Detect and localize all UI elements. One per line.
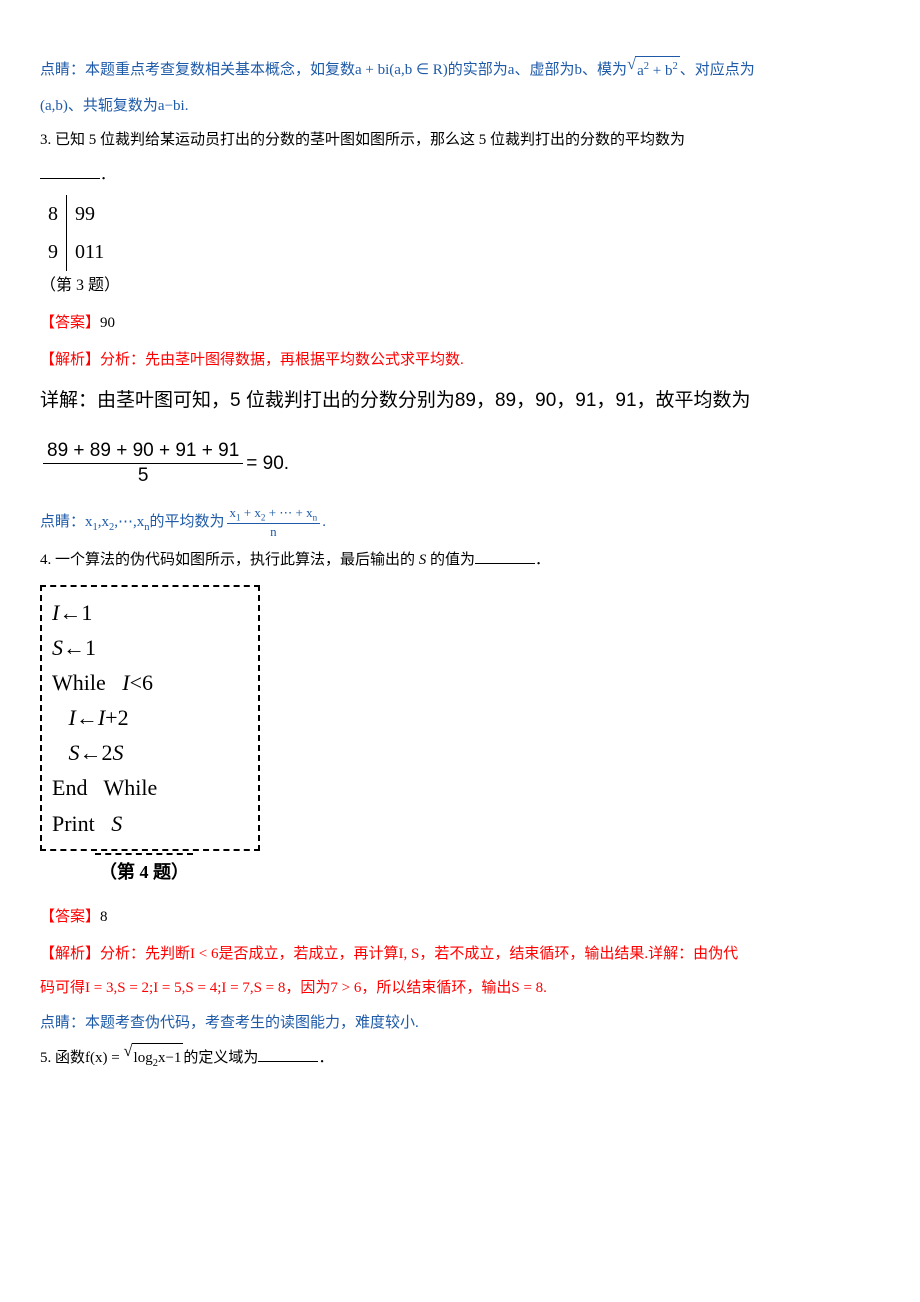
analysis-4-line2: 码可得I = 3,S = 2;I = 5,S = 4;I = 7,S = 8，因… bbox=[40, 974, 880, 1003]
fraction-mean: 89 + 89 + 90 + 91 + 91 5 bbox=[43, 439, 243, 489]
blank-q4 bbox=[475, 548, 535, 564]
question-5: 5. 函数f(x) = √log2x−1的定义域为． bbox=[40, 1043, 880, 1074]
tip-complex-line2: (a,b)、共轭复数为a−bi. bbox=[40, 92, 880, 121]
tip-text: 点睛：本题重点考查复数相关基本概念，如复数a + bi(a,b ∈ R)的实部为… bbox=[40, 62, 755, 78]
fig3-label: （第 3 题） bbox=[40, 271, 880, 301]
tip-3: 点睛：x1,x2,⋯,xn的平均数为x1 + x2 + ⋯ + xnn. bbox=[40, 505, 880, 540]
question-4: 4. 一个算法的伪代码如图所示，执行此算法，最后输出的 S 的值为． bbox=[40, 546, 880, 575]
code-line-1: I←1 bbox=[52, 595, 248, 630]
stem-8: 8 bbox=[40, 195, 67, 233]
analysis-4-line1: 【解析】分析：先判断I < 6是否成立，若成立，再计算I, S，若不成立，结束循… bbox=[40, 940, 880, 969]
answer-label: 【答案】 bbox=[40, 315, 100, 331]
mean-formula-frac: x1 + x2 + ⋯ + xnn bbox=[227, 505, 321, 540]
answer-4-value: 8 bbox=[100, 909, 108, 925]
answer-label-4: 【答案】 bbox=[40, 909, 100, 925]
answer-3-value: 90 bbox=[100, 315, 115, 331]
code-line-4: I←I+2 bbox=[52, 700, 248, 735]
blank-q3 bbox=[40, 163, 100, 179]
question-3: 3. 已知 5 位裁判给某运动员打出的分数的茎叶图如图所示，那么这 5 位裁判打… bbox=[40, 126, 880, 155]
code-line-5: S←2S bbox=[52, 735, 248, 770]
answer-4: 【答案】8 bbox=[40, 903, 880, 932]
code-line-3: While I<6 bbox=[52, 665, 248, 700]
sqrt-q5: √log2x−1 bbox=[123, 1043, 183, 1074]
blank-q5 bbox=[258, 1046, 318, 1062]
stem-9: 9 bbox=[40, 233, 67, 271]
mean-fraction: 89 + 89 + 90 + 91 + 91 5 = 90. bbox=[40, 439, 289, 489]
stem-leaf-plot: 899 9011 （第 3 题） bbox=[40, 195, 880, 301]
tip-complex: 点睛：本题重点考查复数相关基本概念，如复数a + bi(a,b ∈ R)的实部为… bbox=[40, 56, 880, 86]
q3-text: 3. 已知 5 位裁判给某运动员打出的分数的茎叶图如图所示，那么这 5 位裁判打… bbox=[40, 132, 685, 148]
pseudocode-box: I←1 S←1 While I<6 I←I+2 S←2S End While P… bbox=[40, 585, 260, 851]
leaf-011: 011 bbox=[67, 233, 113, 271]
fig4-label-wrap: （第 4 题） bbox=[40, 853, 880, 889]
answer-3: 【答案】90 bbox=[40, 309, 880, 338]
tip-4: 点睛：本题考查伪代码，考查考生的读图能力，难度较小. bbox=[40, 1009, 880, 1038]
q3-blank-line: ． bbox=[40, 161, 880, 190]
detail-3: 详解：由茎叶图可知，5 位裁判打出的分数分别为89，89，90，91，91，故平… bbox=[40, 384, 880, 418]
code-line-7: Print S bbox=[52, 806, 248, 841]
analysis-3: 【解析】分析：先由茎叶图得数据，再根据平均数公式求平均数. bbox=[40, 346, 880, 375]
code-line-2: S←1 bbox=[52, 630, 248, 665]
leaf-99: 99 bbox=[67, 195, 113, 233]
code-line-6: End While bbox=[52, 770, 248, 805]
fig4-label: （第 4 题） bbox=[95, 853, 193, 889]
sqrt-modulus: √a2 + b2 bbox=[627, 56, 680, 86]
